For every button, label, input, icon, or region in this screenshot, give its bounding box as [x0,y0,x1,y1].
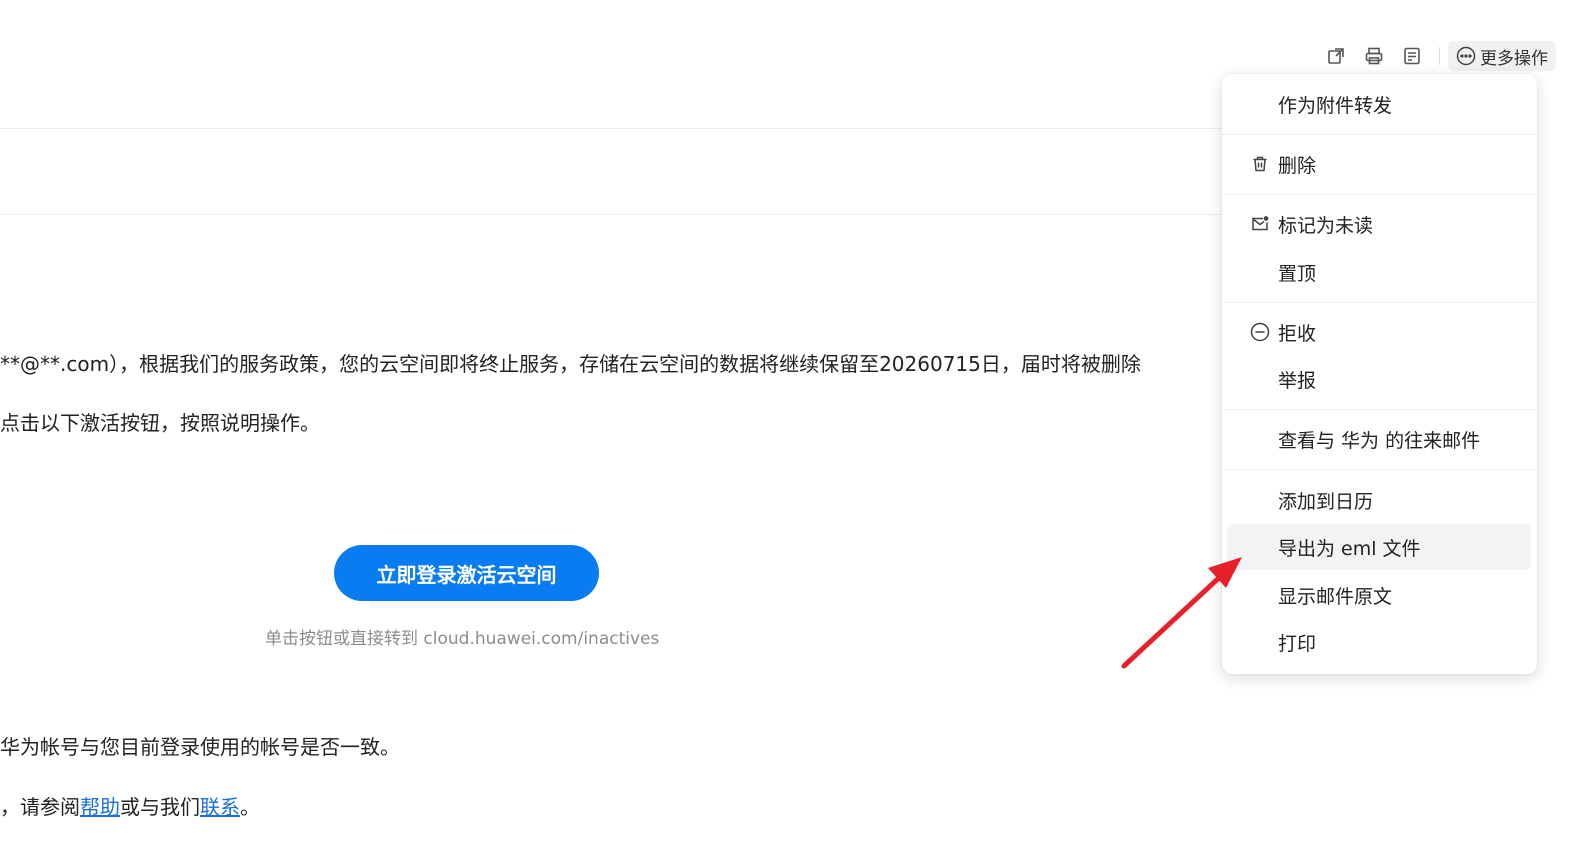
menu-item-label: 显示邮件原文 [1278,585,1393,608]
menu-item-report[interactable]: 举报 [1227,356,1531,402]
cta-subtext: 单击按钮或直接转到 cloud.huawei.com/inactives [265,629,660,649]
menu-item-label: 导出为 eml 文件 [1278,537,1421,560]
menu-divider [1222,469,1537,470]
menu-item-label: 打印 [1278,632,1317,655]
menu-item-print[interactable]: 打印 [1227,619,1531,665]
trash-icon [1249,153,1271,175]
menu-item-reject[interactable]: 拒收 [1227,309,1531,355]
more-actions-button[interactable]: 更多操作 [1448,41,1556,71]
menu-item-label: 删除 [1278,154,1317,177]
more-actions-label: 更多操作 [1480,48,1548,69]
menu-item-mark-unread[interactable]: 标记为未读 [1227,201,1531,247]
menu-item-label: 拒收 [1278,322,1317,345]
menu-divider [1222,409,1537,410]
note-icon[interactable] [1401,45,1423,67]
menu-divider [1222,194,1537,195]
menu-item-label: 作为附件转发 [1278,94,1393,117]
menu-divider [1222,134,1537,135]
menu-item-pin[interactable]: 置顶 [1227,249,1531,295]
more-actions-menu: 作为附件转发 删除 标记为未读 置顶 拒收 举报 查看与 华为 的往来邮件 添加… [1222,74,1537,674]
menu-item-label: 添加到日历 [1278,490,1374,513]
email-view: 更多操作 **@**.com），根据我们的服务政策，您的云空间即将终止服务，存储… [0,0,1586,860]
body-paragraph-3: 华为帐号与您目前登录使用的帐号是否一致。 [0,735,400,759]
printer-icon[interactable] [1363,45,1385,67]
help-link[interactable]: 帮助 [80,795,120,819]
menu-item-label: 举报 [1278,369,1317,392]
menu-item-view-conversation[interactable]: 查看与 华为 的往来邮件 [1227,416,1531,462]
help-suffix-text: 。 [240,795,260,819]
menu-item-forward-as-attachment[interactable]: 作为附件转发 [1227,81,1531,127]
body-paragraph-4: ，请参阅帮助或与我们联系。 [0,791,260,820]
menu-item-delete[interactable]: 删除 [1227,141,1531,187]
menu-divider [1222,302,1537,303]
body-paragraph-2: 点击以下激活按钮，按照说明操作。 [0,411,320,435]
body-paragraph-1: **@**.com），根据我们的服务政策，您的云空间即将终止服务，存储在云空间的… [0,352,1141,376]
contact-link[interactable]: 联系 [200,795,240,819]
menu-item-add-to-calendar[interactable]: 添加到日历 [1227,477,1531,523]
menu-item-label: 标记为未读 [1278,214,1374,237]
activate-cloud-button[interactable]: 立即登录激活云空间 [334,545,599,601]
toolbar-divider [1439,47,1440,65]
email-toolbar: 更多操作 [1317,40,1556,72]
more-dots-icon [1456,46,1476,66]
header-divider-2 [0,214,1230,215]
mail-unread-icon [1249,213,1271,235]
open-in-new-window-icon[interactable] [1325,45,1347,67]
header-divider [0,128,1230,129]
menu-item-export-eml[interactable]: 导出为 eml 文件 [1227,524,1531,570]
menu-item-show-source[interactable]: 显示邮件原文 [1227,572,1531,618]
block-icon [1249,321,1271,343]
menu-item-label: 查看与 华为 的往来邮件 [1278,429,1481,452]
menu-item-label: 置顶 [1278,262,1317,285]
help-mid-text: 或与我们 [120,795,200,819]
help-prefix-text: ，请参阅 [0,795,80,819]
